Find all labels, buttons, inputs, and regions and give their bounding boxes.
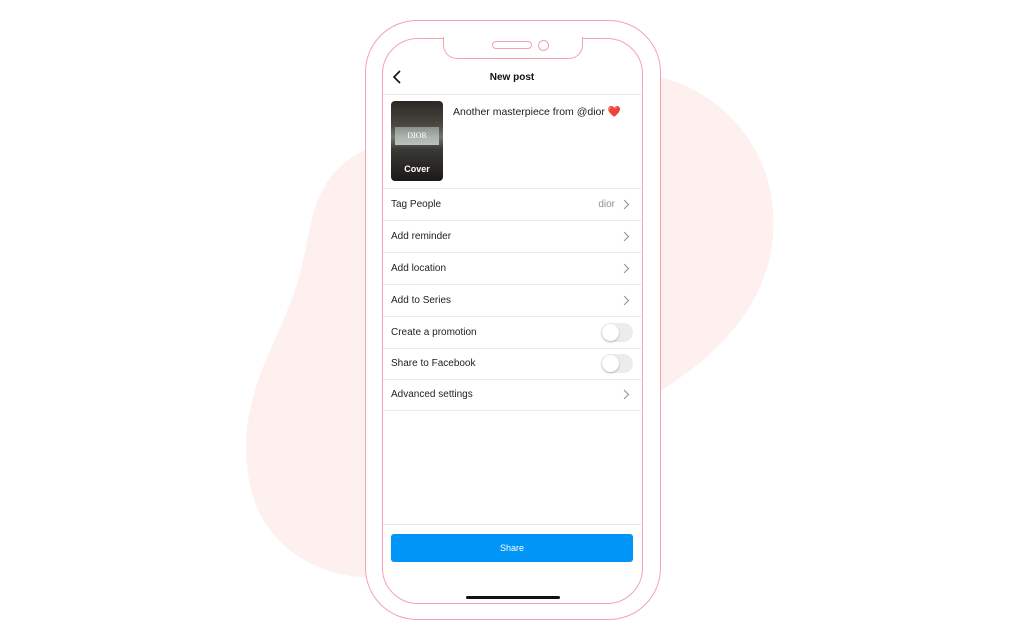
thumbnail-brand: DIOR [407,131,427,140]
chevron-right-icon [623,231,630,242]
row-label: Add to Series [391,295,452,306]
row-tag-people[interactable]: Tag People dior [383,189,641,221]
row-add-reminder[interactable]: Add reminder [383,221,641,253]
row-add-to-series[interactable]: Add to Series [383,285,641,317]
row-create-promotion: Create a promotion [383,317,641,349]
chevron-right-icon [623,389,630,400]
toggle-knob [602,324,619,341]
home-indicator[interactable] [466,596,560,599]
new-post-screen: New post DIOR Cover Another masterpiece … [383,60,641,602]
row-label: Tag People [391,199,442,210]
row-label: Add location [391,263,447,274]
row-label: Advanced settings [391,389,473,400]
header: New post [383,60,641,95]
post-thumbnail[interactable]: DIOR Cover [391,101,443,181]
chevron-right-icon [623,295,630,306]
phone-camera [538,40,549,51]
row-label: Share to Facebook [391,358,476,369]
chevron-right-icon [623,199,630,210]
cover-label[interactable]: Cover [391,164,443,174]
row-value: dior [598,199,615,210]
heart-icon: ❤️ [607,106,621,118]
footer-divider [383,524,641,525]
share-button[interactable]: Share [391,534,633,562]
row-label: Create a promotion [391,327,477,338]
toggle-knob [602,355,619,372]
row-share-to-facebook: Share to Facebook [383,348,641,380]
chevron-right-icon [623,263,630,274]
caption-text[interactable]: Another masterpiece from @dior ❤️ [453,105,621,118]
row-label: Add reminder [391,231,452,242]
phone-speaker [492,41,532,49]
post-preview: DIOR Cover Another masterpiece from @dio… [383,95,641,189]
caption: Another masterpiece from @dior [453,106,605,118]
promotion-toggle[interactable] [601,323,633,342]
page-title: New post [489,72,535,83]
facebook-toggle[interactable] [601,354,633,373]
row-add-location[interactable]: Add location [383,253,641,285]
row-advanced-settings[interactable]: Advanced settings [383,379,641,411]
